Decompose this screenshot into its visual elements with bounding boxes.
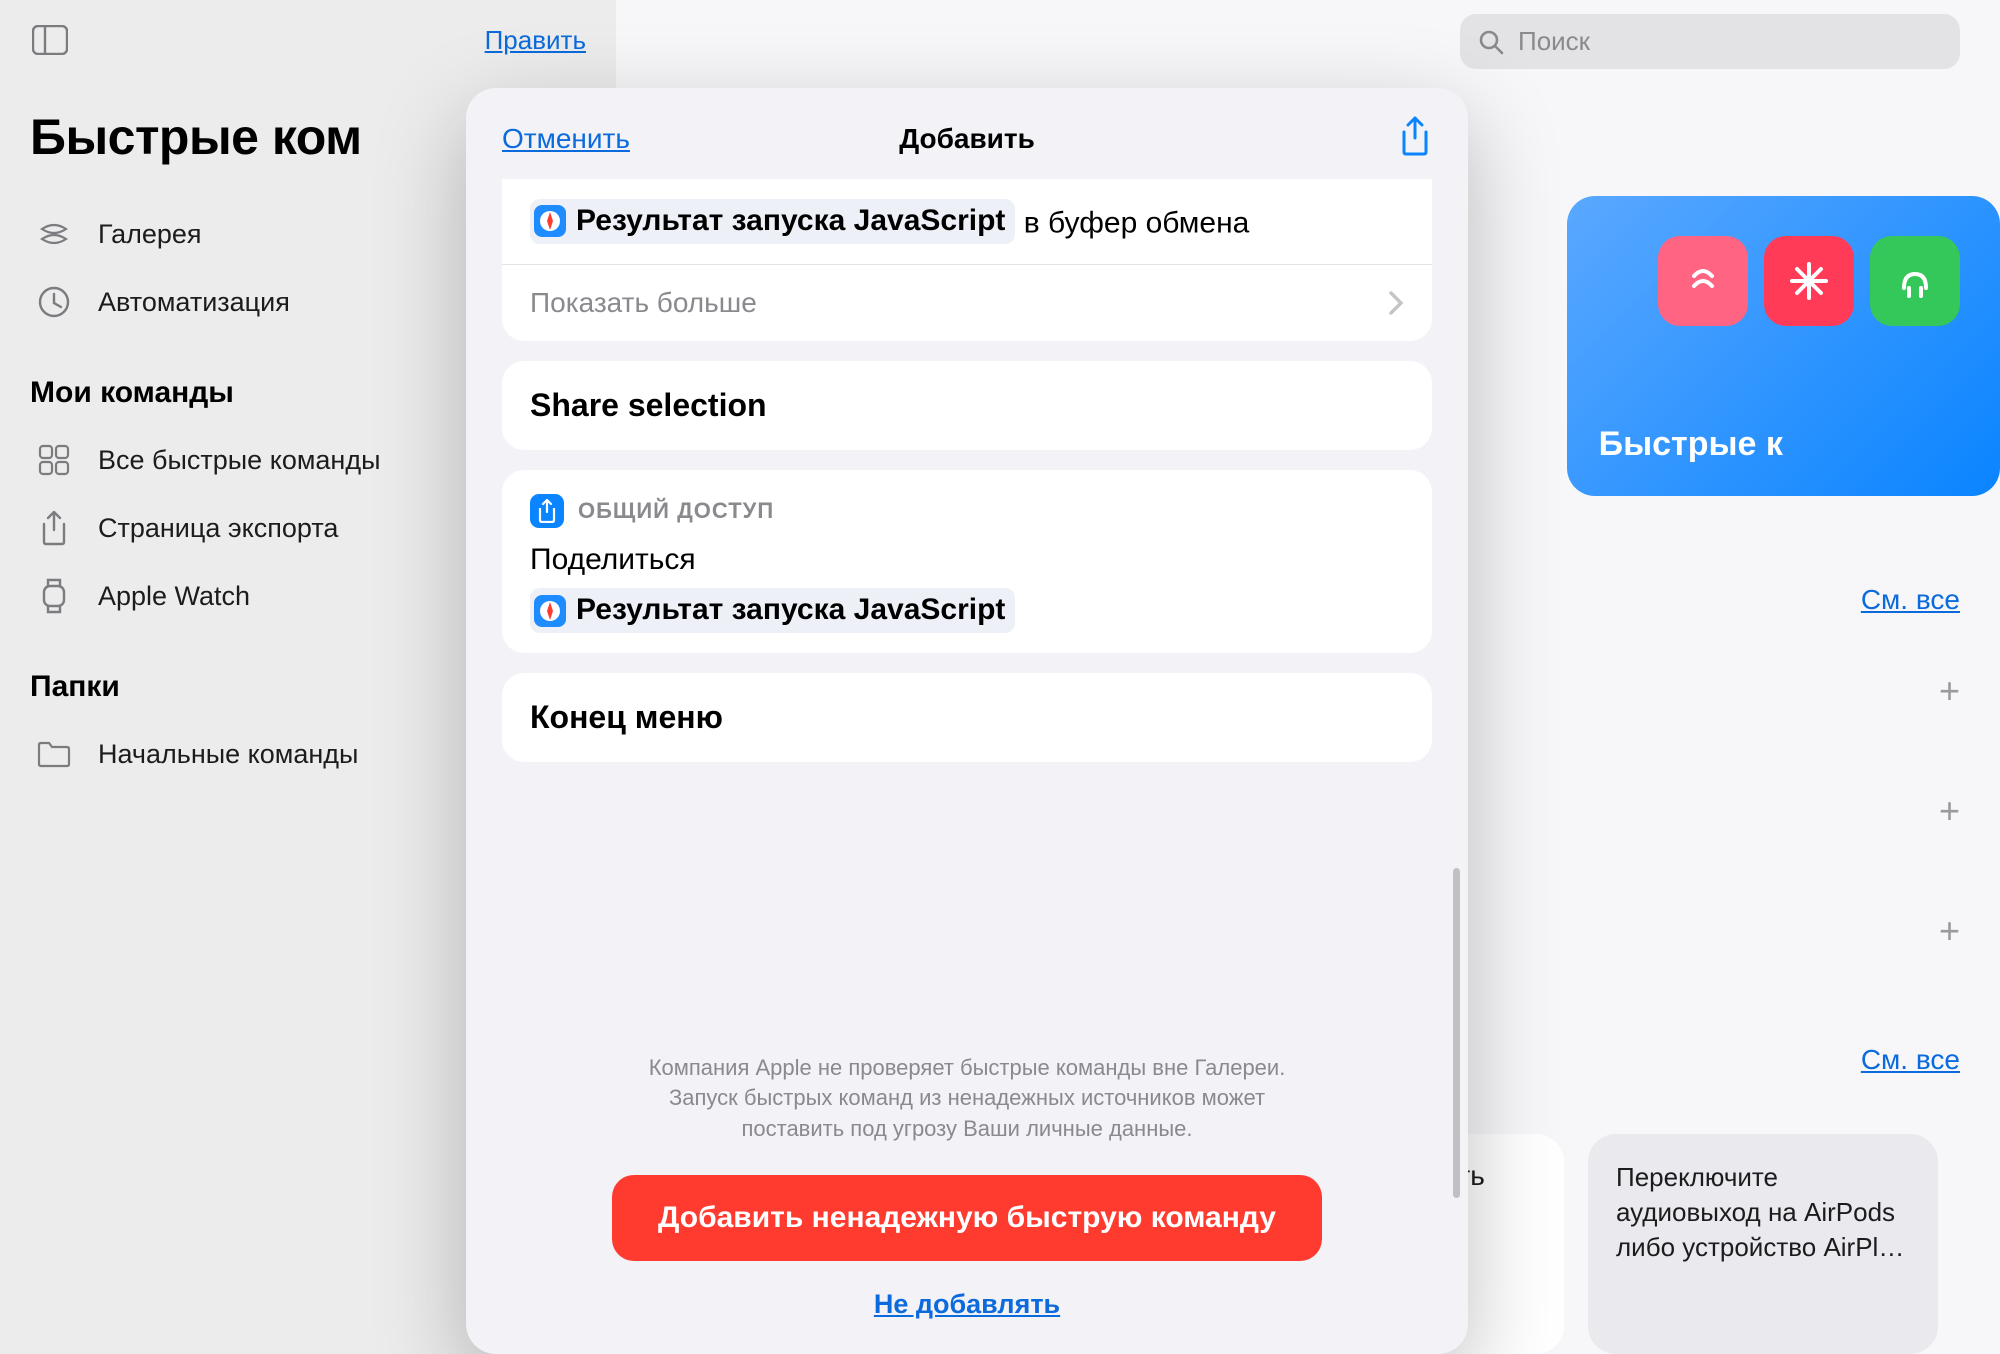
watch-icon: [34, 576, 74, 616]
see-all-link[interactable]: См. все: [1861, 584, 1960, 616]
variable-chip[interactable]: Результат запуска JavaScript: [530, 199, 1015, 244]
section-label: Конец меню: [502, 673, 1432, 762]
sidebar-item-label: Apple Watch: [98, 581, 250, 612]
clock-icon: [34, 282, 74, 322]
warning-text: Компания Apple не проверяет быстрые кома…: [617, 1053, 1317, 1145]
chip-label: Результат запуска JavaScript: [576, 590, 1005, 631]
action-row: Поделиться Результат запуска JavaScript: [502, 530, 1432, 653]
tile-app-icon: [1658, 236, 1748, 326]
section-end-menu: Конец меню: [502, 673, 1432, 762]
sidebar-item-label: Все быстрые команды: [98, 445, 381, 476]
tile-label: Быстрые к: [1599, 425, 1783, 464]
action-card-clipboard: Результат запуска JavaScript в буфер обм…: [502, 179, 1432, 341]
search-input[interactable]: Поиск: [1460, 14, 1960, 69]
variable-chip[interactable]: Результат запуска JavaScript: [530, 588, 1015, 633]
plus-icon[interactable]: +: [1939, 910, 1960, 952]
chip-label: Результат запуска JavaScript: [576, 201, 1005, 242]
share-header: ОБЩИЙ ДОСТУП: [502, 470, 1432, 530]
tile-app-icon: [1870, 236, 1960, 326]
sidebar-item-label: Начальные команды: [98, 739, 358, 770]
folder-icon: [34, 734, 74, 774]
plus-icon[interactable]: +: [1939, 790, 1960, 832]
safari-icon: [534, 595, 566, 627]
section-share-selection: Share selection: [502, 361, 1432, 450]
see-all-link[interactable]: См. все: [1861, 1044, 1960, 1076]
gallery-icon: [34, 214, 74, 254]
card-audio[interactable]: Переключите аудиовыход на AirPods либо у…: [1588, 1134, 1938, 1354]
search-icon: [1478, 29, 1504, 55]
search-placeholder: Поиск: [1518, 26, 1590, 57]
show-more-label: Показать больше: [530, 287, 757, 319]
edit-button[interactable]: Править: [485, 25, 586, 56]
action-card-share: ОБЩИЙ ДОСТУП Поделиться Результат запуск…: [502, 470, 1432, 653]
grid-icon: [34, 440, 74, 480]
add-untrusted-button[interactable]: Добавить ненадежную быструю команду: [612, 1175, 1322, 1261]
safari-icon: [534, 205, 566, 237]
sidebar-toggle-icon[interactable]: [30, 20, 70, 60]
show-more-button[interactable]: Показать больше: [502, 264, 1432, 341]
modal-footer: Компания Apple не проверяет быстрые кома…: [466, 1043, 1468, 1354]
sidebar-item-label: Галерея: [98, 219, 202, 250]
action-text: в буфер обмена: [1015, 206, 1249, 239]
share-icon: [34, 508, 74, 548]
cancel-button[interactable]: Отменить: [502, 123, 630, 155]
section-label: Share selection: [502, 361, 1432, 450]
plus-icon[interactable]: +: [1939, 670, 1960, 712]
card-label: Переключите аудиовыход на AirPods либо у…: [1616, 1162, 1904, 1262]
share-icon[interactable]: [1398, 116, 1432, 161]
tile-shortcuts[interactable]: Быстрые к: [1567, 196, 2000, 496]
add-shortcut-modal: Отменить Добавить Результат запуска Java…: [466, 88, 1468, 1354]
action-row: Результат запуска JavaScript в буфер обм…: [502, 179, 1432, 264]
share-header-label: ОБЩИЙ ДОСТУП: [578, 498, 774, 524]
chevron-right-icon: [1388, 290, 1404, 316]
scrollbar[interactable]: [1453, 868, 1460, 1198]
share-action-label: Поделиться: [530, 540, 1404, 581]
modal-header: Отменить Добавить: [466, 88, 1468, 179]
tile-app-icon: [1764, 236, 1854, 326]
share-app-icon: [530, 494, 564, 528]
skip-button[interactable]: Не добавлять: [506, 1289, 1428, 1320]
sidebar-item-label: Автоматизация: [98, 287, 290, 318]
sidebar-item-label: Страница экспорта: [98, 513, 338, 544]
modal-body[interactable]: Результат запуска JavaScript в буфер обм…: [466, 179, 1468, 1043]
